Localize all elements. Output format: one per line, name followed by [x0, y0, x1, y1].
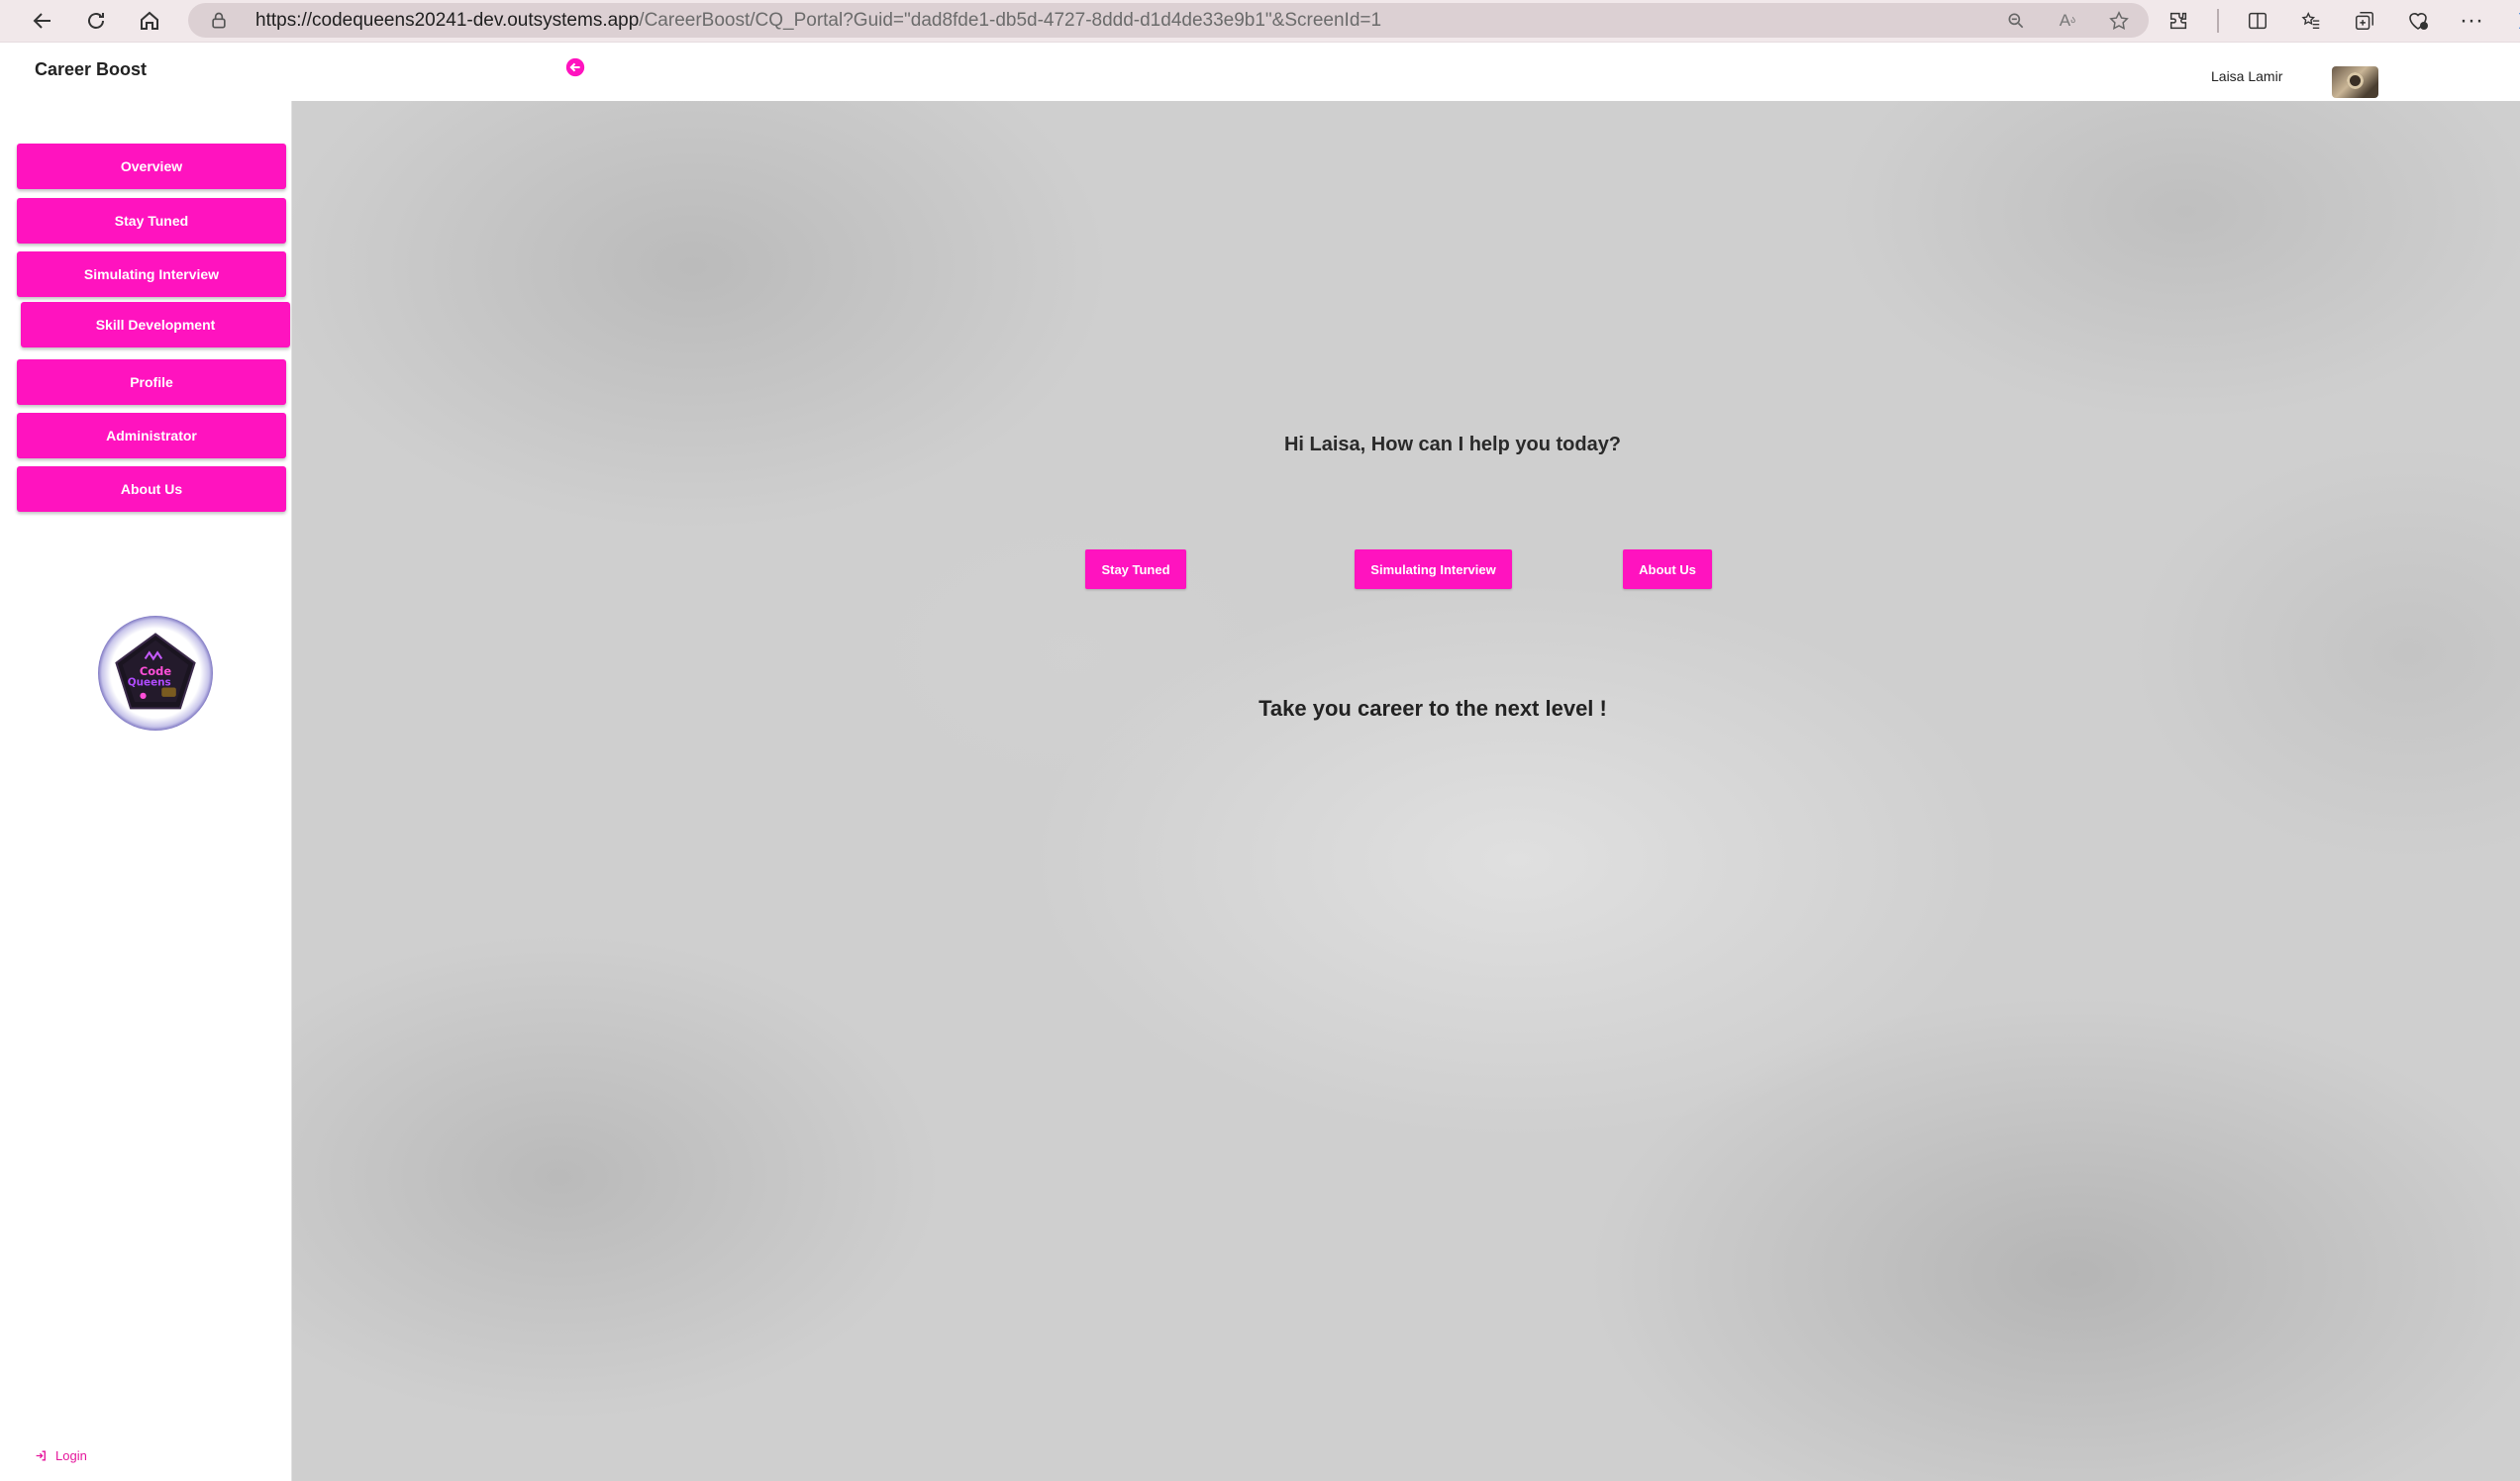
- app-header: Career Boost Laisa Lamir: [0, 42, 2520, 101]
- toolbar-divider: [2217, 9, 2219, 33]
- browser-toolbar: https://codequeens20241-dev.outsystems.a…: [0, 0, 2520, 42]
- split-screen-icon[interactable]: [2243, 6, 2272, 36]
- url-host: https://codequeens20241-dev.outsystems.a…: [255, 9, 640, 31]
- tagline-text: Take you career to the next level !: [1259, 696, 1607, 721]
- menu-collapse-back-icon[interactable]: [563, 55, 587, 79]
- home-icon[interactable]: [131, 2, 168, 40]
- browser-essentials-icon[interactable]: [2403, 6, 2433, 36]
- url-path: /CareerBoost/CQ_Portal?Guid="dad8fde1-db…: [639, 9, 1382, 31]
- main-content: Hi Laisa, How can I help you today? Stay…: [291, 101, 2520, 1481]
- sidebar-item-about-us[interactable]: About Us: [17, 466, 286, 512]
- back-arrow-icon[interactable]: [24, 2, 61, 40]
- url-text[interactable]: https://codequeens20241-dev.outsystems.a…: [255, 10, 1381, 32]
- svg-text:Queens: Queens: [128, 676, 171, 688]
- favorite-star-icon[interactable]: [2107, 9, 2131, 33]
- sidebar-item-overview[interactable]: Overview: [17, 144, 286, 189]
- sidebar-item-simulating-interview[interactable]: Simulating Interview: [17, 251, 286, 297]
- login-link[interactable]: Login: [35, 1448, 87, 1463]
- simulating-interview-button[interactable]: Simulating Interview: [1355, 549, 1512, 589]
- read-aloud-icon[interactable]: Aა: [2056, 9, 2079, 33]
- about-us-button[interactable]: About Us: [1623, 549, 1712, 589]
- user-name[interactable]: Laisa Lamir: [2211, 68, 2282, 84]
- refresh-icon[interactable]: [77, 2, 115, 40]
- extensions-icon[interactable]: [2164, 6, 2193, 36]
- app-title: Career Boost: [35, 59, 148, 79]
- lock-icon[interactable]: [208, 10, 230, 32]
- stay-tuned-button[interactable]: Stay Tuned: [1085, 549, 1186, 589]
- copilot-icon[interactable]: [2510, 6, 2520, 36]
- collections-icon[interactable]: [2350, 6, 2379, 36]
- avatar[interactable]: [2332, 66, 2378, 98]
- more-options-icon[interactable]: ···: [2457, 6, 2486, 36]
- greeting-text: Hi Laisa, How can I help you today?: [1283, 434, 1622, 455]
- login-icon: [36, 1450, 46, 1461]
- sidebar-item-skill-development[interactable]: Skill Development: [21, 302, 290, 347]
- login-label: Login: [55, 1448, 87, 1463]
- sidebar-item-administrator[interactable]: Administrator: [17, 413, 286, 458]
- sidebar: Overview Stay Tuned Simulating Interview…: [0, 101, 291, 1481]
- address-bar[interactable]: https://codequeens20241-dev.outsystems.a…: [188, 3, 2149, 38]
- sidebar-item-profile[interactable]: Profile: [17, 359, 286, 405]
- sidebar-item-stay-tuned[interactable]: Stay Tuned: [17, 198, 286, 244]
- zoom-out-icon[interactable]: [2004, 9, 2028, 33]
- favorites-icon[interactable]: [2296, 6, 2326, 36]
- code-queens-logo: Code Queens: [98, 616, 213, 731]
